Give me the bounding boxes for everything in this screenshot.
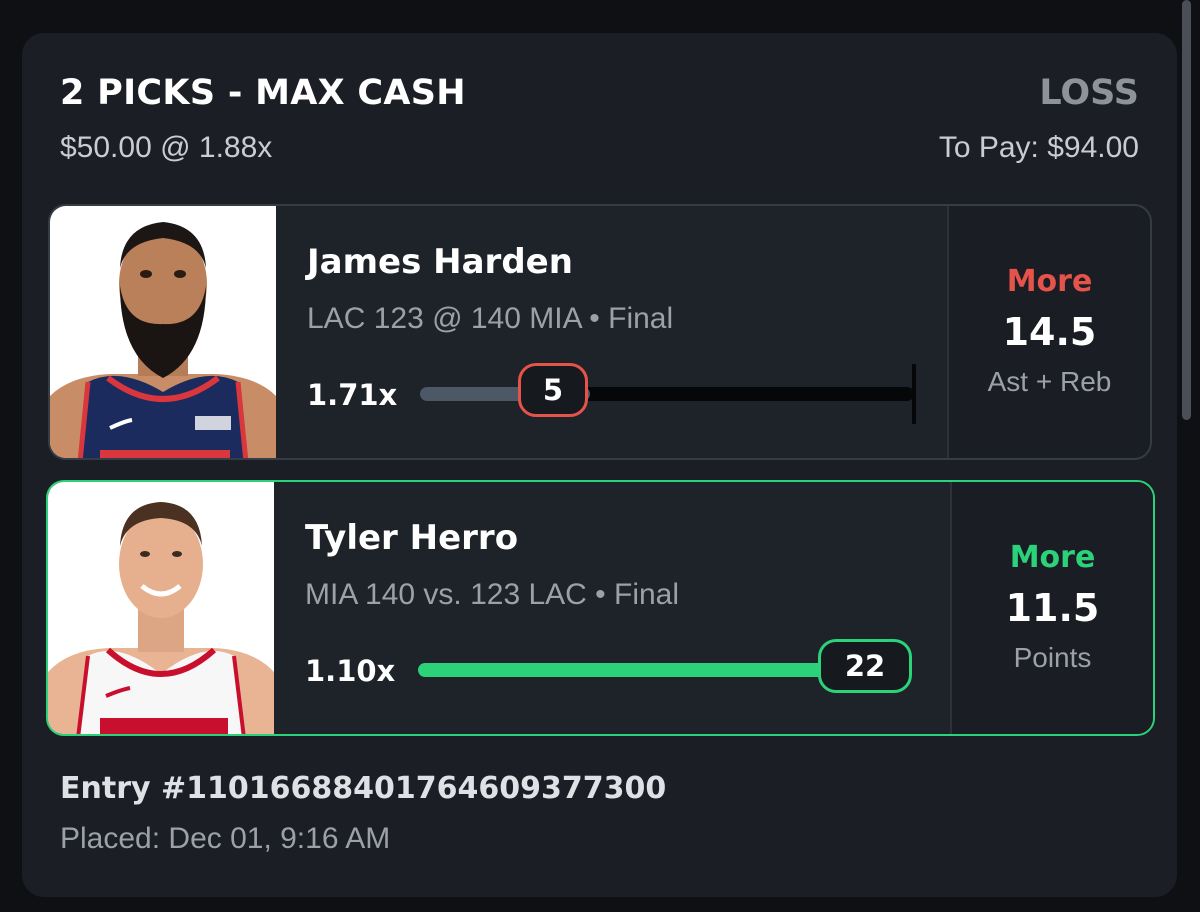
pick-multiplier: 1.71x: [307, 378, 398, 412]
game-info: LAC 123 @ 140 MIA • Final: [307, 302, 674, 335]
progress-track: 5: [420, 363, 916, 424]
pick-multiplier: 1.10x: [305, 654, 396, 688]
pick-direction: More: [1009, 540, 1096, 575]
pick-line-panel: More 11.5 Points: [950, 482, 1153, 734]
placed-timestamp: Placed: Dec 01, 9:16 AM: [60, 822, 391, 855]
pick-line-value: 11.5: [1005, 586, 1100, 630]
pick-stat-type: Ast + Reb: [987, 366, 1112, 397]
pick-direction: More: [1006, 264, 1093, 299]
target-marker: [912, 364, 916, 424]
entry-id: Entry #1101668840176460937730​0: [60, 771, 667, 806]
progress-track: 22: [418, 639, 912, 693]
player-name: Tyler Herro: [305, 518, 519, 558]
scrollbar[interactable]: [1182, 0, 1191, 420]
entry-title: 2 PICKS - MAX CASH: [60, 73, 466, 113]
actual-value-badge: 5: [518, 363, 588, 417]
pick-line-panel: More 14.5 Ast + Reb: [947, 206, 1150, 458]
status-badge: LOSS: [1039, 73, 1139, 113]
pick-stat-type: Points: [1013, 642, 1092, 673]
game-info: MIA 140 vs. 123 LAC • Final: [305, 578, 680, 611]
pick-card-harden[interactable]: James Harden LAC 123 @ 140 MIA • Final 1…: [48, 204, 1152, 460]
player-photo-icon: [50, 206, 276, 458]
player-photo-icon: [48, 482, 274, 734]
to-pay-text: To Pay: $94.00: [938, 131, 1139, 164]
pick-card-herro[interactable]: Tyler Herro MIA 140 vs. 123 LAC • Final …: [46, 480, 1155, 736]
player-name: James Harden: [307, 242, 573, 282]
actual-value-badge: 22: [818, 639, 912, 693]
entry-card[interactable]: 2 PICKS - MAX CASH LOSS $50.00 @ 1.88x T…: [22, 33, 1177, 897]
pick-line-value: 14.5: [1002, 310, 1097, 354]
stake-text: $50.00 @ 1.88x: [60, 131, 273, 164]
